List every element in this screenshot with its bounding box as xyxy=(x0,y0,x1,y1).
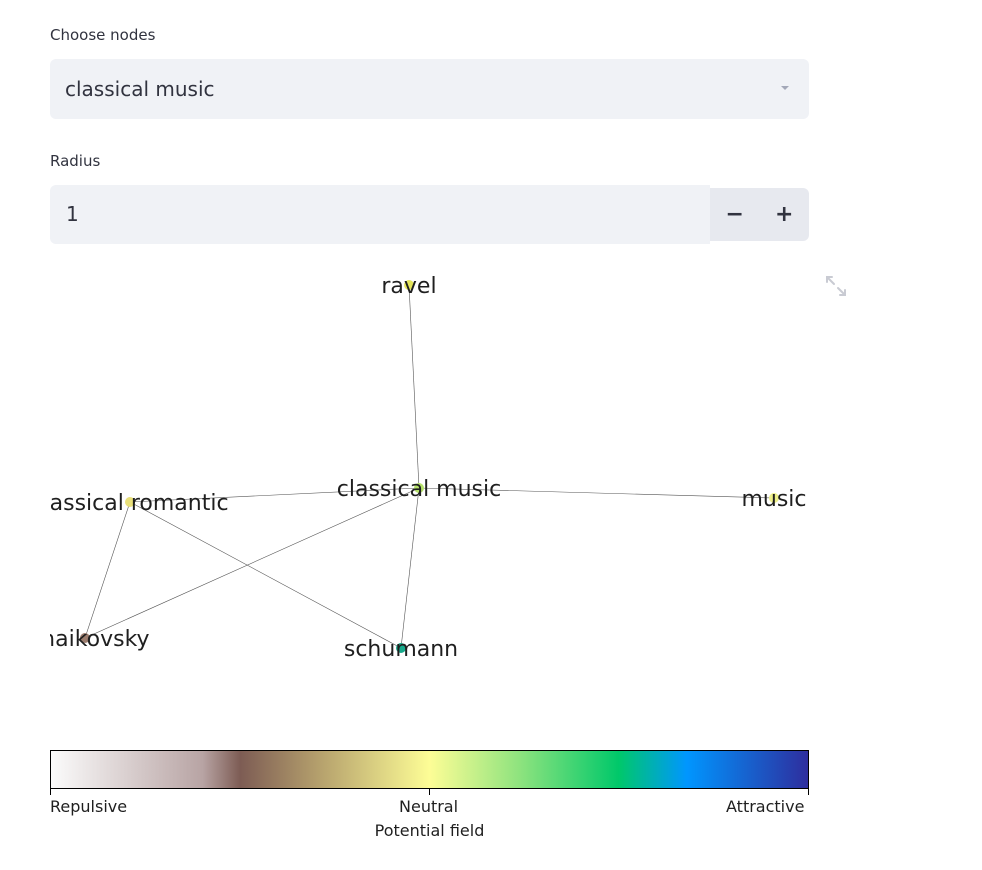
labels-layer: ravel classical music classical romantic mu… xyxy=(50,274,807,662)
edge-ravel-classical-music xyxy=(408,284,420,489)
decrement-button[interactable]: − xyxy=(710,188,760,241)
node-label-tchaikovsky: tchaikovsky xyxy=(50,627,150,652)
node-label-ravel: ravel xyxy=(381,274,436,299)
radius-label: Radius xyxy=(50,152,101,170)
edge-classical-romantic-schumann xyxy=(129,501,402,649)
colorbar-label-attractive: Attractive xyxy=(726,797,805,816)
colorbar-label-repulsive: Repulsive xyxy=(50,797,128,816)
node-label-schumann: schumann xyxy=(344,637,458,662)
choose-nodes-label: Choose nodes xyxy=(50,26,156,44)
choose-nodes-value: classical music xyxy=(65,77,215,101)
radius-value: 1 xyxy=(66,202,79,226)
app-root: Choose nodes classical music Radius 1 − … xyxy=(0,0,982,870)
colorbar-title: Potential field xyxy=(374,821,485,840)
colorbar-tick-left xyxy=(50,789,51,795)
choose-nodes-select[interactable]: classical music xyxy=(50,59,809,119)
edge-classical-music-schumann xyxy=(400,487,420,649)
radius-input[interactable]: 1 xyxy=(50,185,710,244)
edge-classical-romantic-tchaikovsky xyxy=(84,501,131,639)
radius-stepper: − + xyxy=(710,188,809,241)
network-graph[interactable]: ravel classical music classical romantic mu… xyxy=(50,260,809,680)
nodes-layer xyxy=(80,280,779,653)
node-label-classical-romantic: classical romantic xyxy=(50,491,229,516)
node-label-music: music xyxy=(741,487,806,512)
colorbar-label-neutral: Neutral xyxy=(399,797,459,816)
colorbar-tick-right xyxy=(808,789,809,795)
expand-icon[interactable] xyxy=(825,275,847,297)
edges-layer xyxy=(84,284,775,649)
potential-field-colorbar xyxy=(50,750,809,789)
chevron-down-icon[interactable] xyxy=(781,86,789,90)
node-label-classical-music: classical music xyxy=(337,477,501,502)
network-graph-canvas[interactable]: ravel classical music classical romantic mu… xyxy=(50,260,809,680)
colorbar-tick-center xyxy=(429,789,430,795)
increment-button[interactable]: + xyxy=(760,188,810,241)
